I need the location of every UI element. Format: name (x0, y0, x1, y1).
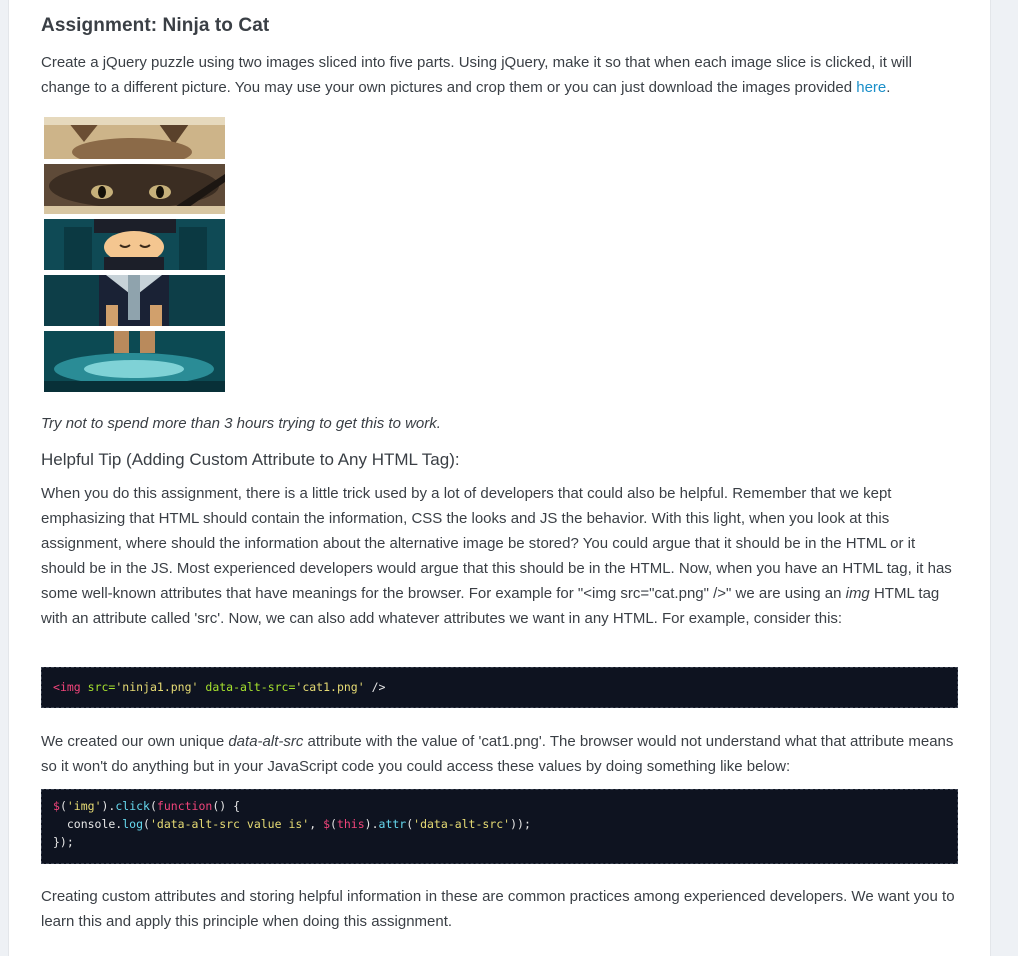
intro-text: Create a jQuery puzzle using two images … (41, 54, 912, 96)
code-token: this (336, 817, 365, 831)
code-token: click (115, 799, 150, 813)
content-card: Assignment: Ninja to Cat Create a jQuery… (8, 0, 991, 956)
code-token: }); (53, 835, 74, 849)
intro-end: . (886, 79, 891, 96)
explanation-paragraph: We created our own unique data-alt-src a… (41, 729, 961, 779)
image-slice-5[interactable] (44, 331, 225, 392)
code-token: 'data-alt-src' (413, 817, 511, 831)
download-images-link[interactable]: here (856, 79, 886, 96)
code-token: () { (212, 799, 241, 813)
code-token: ( (143, 817, 150, 831)
code-token: )); (510, 817, 531, 831)
time-limit-note: Try not to spend more than 3 hours tryin… (41, 415, 441, 432)
code-token: src= (87, 680, 116, 694)
code-block-html: <img src='ninja1.png' data-alt-src='cat1… (41, 667, 958, 708)
image-slice-1[interactable] (44, 117, 225, 159)
closing-paragraph: Creating custom attributes and storing h… (41, 888, 955, 930)
para2-text-a: We created our own unique (41, 733, 225, 750)
tip-text-1: When you do this assignment, there is a … (41, 485, 952, 602)
code-token: < (53, 680, 60, 694)
code-token: 'img' (66, 799, 102, 813)
tip-paragraph: When you do this assignment, there is a … (41, 481, 961, 631)
tip-heading: Helpful Tip (Adding Custom Attribute to … (41, 450, 460, 469)
code-token: function (156, 799, 213, 813)
tip-emphasis: img (845, 585, 870, 602)
image-slice-3[interactable] (44, 219, 225, 270)
image-slice-4[interactable] (44, 275, 225, 326)
code-token: data-alt-src= (205, 680, 296, 694)
code-token: ( (149, 799, 157, 813)
intro-paragraph: Create a jQuery puzzle using two images … (41, 50, 961, 100)
code-token: ( (330, 817, 337, 831)
code-token: 'cat1.png' (295, 680, 365, 694)
code-token: /> (364, 680, 386, 694)
image-slice-2[interactable] (44, 164, 225, 214)
code-token: $ (323, 817, 331, 831)
code-token: ( (59, 799, 67, 813)
code-token: img (59, 680, 81, 694)
code-token: , (309, 817, 324, 831)
puzzle-image-slices (44, 117, 226, 392)
code-block-js: $('img').click(function() { console.log(… (41, 789, 958, 864)
code-token: attr (378, 817, 407, 831)
code-token: console. (53, 817, 123, 831)
code-token: log (122, 817, 144, 831)
code-token: ). (364, 817, 379, 831)
code-token: 'data-alt-src value is' (149, 817, 310, 831)
code-token: $ (53, 799, 60, 813)
code-token: 'ninja1.png' (115, 680, 199, 694)
para2-emphasis: data-alt-src (228, 733, 304, 750)
code-token: ). (101, 799, 116, 813)
page-title: Assignment: Ninja to Cat (41, 15, 270, 36)
